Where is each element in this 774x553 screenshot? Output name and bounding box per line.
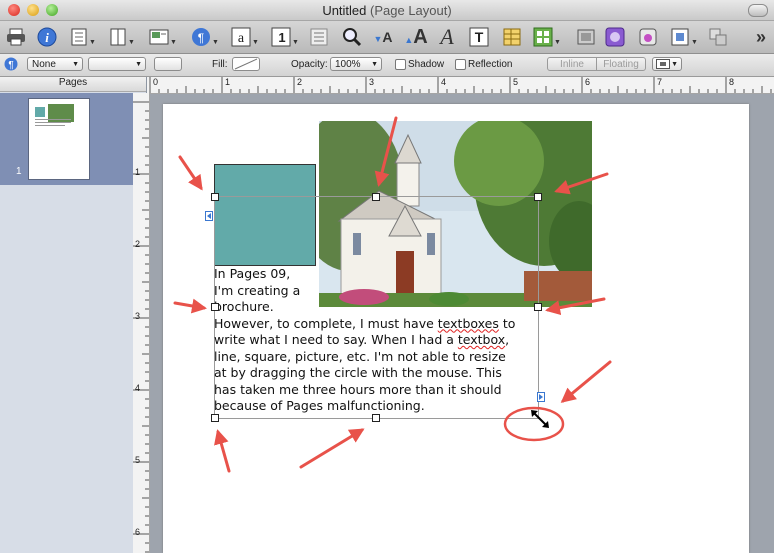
annotation-circle xyxy=(503,406,565,442)
annotation-overlay xyxy=(173,116,612,473)
annotation-arrow xyxy=(214,429,231,473)
annotation-arrow xyxy=(178,155,203,191)
annotation-arrow xyxy=(560,360,612,403)
annotation-arrow xyxy=(374,116,398,187)
annotation-arrow xyxy=(299,428,365,469)
annotation-arrow xyxy=(173,298,207,314)
annotation-arrow xyxy=(554,172,609,195)
annotation-arrow xyxy=(545,297,606,316)
